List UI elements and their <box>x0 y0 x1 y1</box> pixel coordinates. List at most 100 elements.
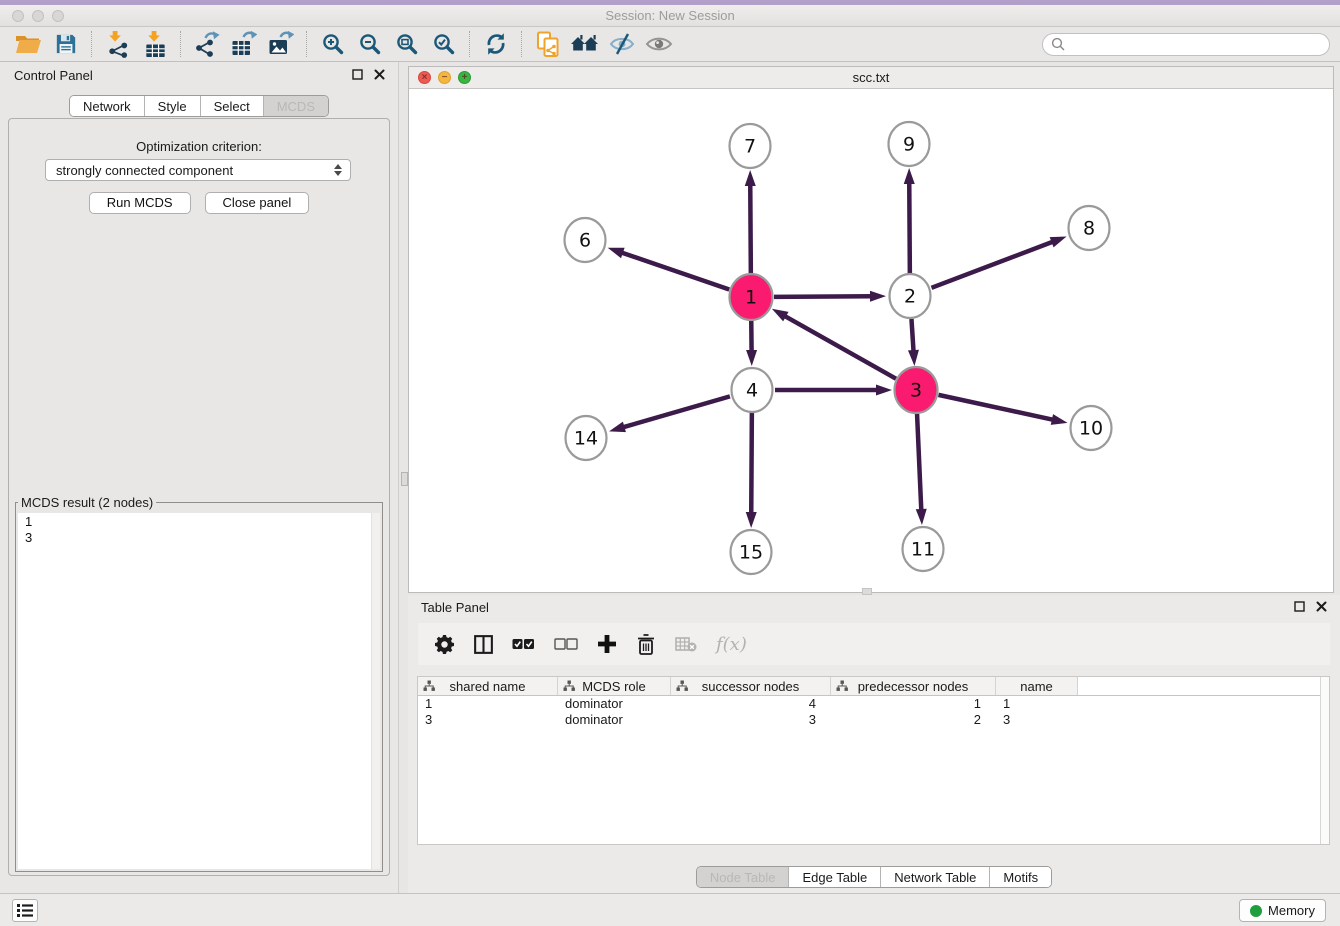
network-maximize-button[interactable]: + <box>458 71 471 84</box>
column-header-mcds-role[interactable]: MCDS role <box>558 677 671 695</box>
graph-edge-1-4[interactable] <box>746 320 757 366</box>
deselect-all-columns-button[interactable] <box>554 633 578 655</box>
graph-node-2[interactable]: 2 <box>890 274 931 318</box>
cell-successor-nodes[interactable]: 3 <box>671 712 831 728</box>
graph-edge-3-11[interactable] <box>916 413 927 525</box>
float-table-panel-button[interactable] <box>1294 600 1305 615</box>
zoom-fit-icon <box>395 32 419 56</box>
task-history-button[interactable] <box>12 899 38 922</box>
close-window-button[interactable] <box>12 10 24 22</box>
tab-edge-table[interactable]: Edge Table <box>788 867 880 887</box>
search-field[interactable] <box>1042 33 1330 56</box>
graph-edge-1-6[interactable] <box>608 248 730 290</box>
network-graph[interactable]: 7 9 6 8 1 2 4 3 14 10 15 11 <box>409 89 1333 591</box>
cell-mcds-role[interactable]: dominator <box>558 712 671 728</box>
result-scrollbar[interactable] <box>371 513 380 869</box>
maximize-window-button[interactable] <box>52 10 64 22</box>
table-row[interactable]: 3dominator323 <box>418 712 1329 728</box>
minimize-window-button[interactable] <box>32 10 44 22</box>
cell-predecessor-nodes[interactable]: 1 <box>831 696 996 712</box>
close-table-panel-button[interactable] <box>1316 600 1327 615</box>
graph-edge-1-7[interactable] <box>745 170 756 274</box>
column-header-name[interactable]: name <box>996 677 1078 695</box>
graph-node-15[interactable]: 15 <box>731 530 772 574</box>
graph-edge-2-3[interactable] <box>908 319 919 366</box>
tab-network[interactable]: Network <box>70 96 144 116</box>
table-scrollbar[interactable] <box>1320 677 1329 844</box>
export-network-button[interactable] <box>188 29 225 59</box>
graph-node-14[interactable]: 14 <box>566 416 607 460</box>
show-all-button[interactable] <box>640 29 677 59</box>
table-settings-button[interactable] <box>434 633 454 655</box>
cell-name[interactable]: 1 <box>996 696 1078 712</box>
tab-motifs[interactable]: Motifs <box>989 867 1051 887</box>
cell-mcds-role[interactable]: dominator <box>558 696 671 712</box>
criterion-dropdown[interactable]: strongly connected component <box>45 159 351 181</box>
column-header-successor-nodes[interactable]: successor nodes <box>671 677 831 695</box>
cell-predecessor-nodes[interactable]: 2 <box>831 712 996 728</box>
close-panel-mcds-button[interactable]: Close panel <box>205 192 310 214</box>
tab-network-table[interactable]: Network Table <box>880 867 989 887</box>
graph-edge-1-2[interactable] <box>774 291 886 302</box>
tab-style[interactable]: Style <box>144 96 200 116</box>
import-network-button[interactable] <box>99 29 136 59</box>
cell-name[interactable]: 3 <box>996 712 1078 728</box>
network-close-button[interactable]: × <box>418 71 431 84</box>
graph-node-11[interactable]: 11 <box>903 527 944 571</box>
network-resize-grip[interactable] <box>862 588 872 595</box>
cell-shared-name[interactable]: 1 <box>418 696 558 712</box>
graph-edge-3-1[interactable] <box>772 309 896 379</box>
graph-node-3[interactable]: 3 <box>895 367 938 413</box>
first-neighbors-button[interactable] <box>529 29 566 59</box>
graph-node-1[interactable]: 1 <box>730 274 773 320</box>
graph-node-7[interactable]: 7 <box>730 124 771 168</box>
refresh-layout-button[interactable] <box>477 29 514 59</box>
cell-successor-nodes[interactable]: 4 <box>671 696 831 712</box>
delete-column-button[interactable] <box>636 633 656 655</box>
open-session-button[interactable] <box>10 29 47 59</box>
tab-node-table[interactable]: Node Table <box>697 867 789 887</box>
tab-mcds[interactable]: MCDS <box>263 96 328 116</box>
graph-edge-2-9[interactable] <box>904 168 915 273</box>
run-mcds-button[interactable]: Run MCDS <box>89 192 191 214</box>
cell-shared-name[interactable]: 3 <box>418 712 558 728</box>
close-panel-button[interactable] <box>374 68 385 83</box>
hide-selected-button[interactable] <box>603 29 640 59</box>
export-table-button[interactable] <box>225 29 262 59</box>
add-column-button[interactable] <box>597 633 617 655</box>
column-header-shared-name[interactable]: shared name <box>418 677 558 695</box>
graph-edge-2-8[interactable] <box>932 237 1067 288</box>
graph-edge-4-3[interactable] <box>775 385 892 396</box>
zoom-in-button[interactable] <box>314 29 351 59</box>
graph-node-8[interactable]: 8 <box>1069 206 1110 250</box>
graph-node-6[interactable]: 6 <box>565 218 606 262</box>
column-header-predecessor-nodes[interactable]: predecessor nodes <box>831 677 996 695</box>
network-window-titlebar[interactable]: × − + scc.txt <box>409 67 1333 89</box>
memory-button[interactable]: Memory <box>1239 899 1326 922</box>
save-session-button[interactable] <box>47 29 84 59</box>
graph-node-4[interactable]: 4 <box>732 368 773 412</box>
graph-node-9[interactable]: 9 <box>889 122 930 166</box>
zoom-fit-button[interactable] <box>388 29 425 59</box>
toolbar-separator <box>91 31 92 57</box>
graph-edge-4-15[interactable] <box>746 413 757 528</box>
float-panel-button[interactable] <box>352 68 363 83</box>
table-row[interactable]: 1dominator411 <box>418 696 1329 712</box>
network-minimize-button[interactable]: − <box>438 71 451 84</box>
import-table-button[interactable] <box>136 29 173 59</box>
zoom-selected-button[interactable] <box>425 29 462 59</box>
graph-edge-4-14[interactable] <box>609 396 730 432</box>
zoom-out-button[interactable] <box>351 29 388 59</box>
home-views-button[interactable] <box>566 29 603 59</box>
graph-edge-3-10[interactable] <box>938 395 1067 425</box>
select-all-columns-button[interactable] <box>512 633 535 655</box>
panel-divider-grip[interactable] <box>401 472 408 486</box>
tab-select[interactable]: Select <box>200 96 263 116</box>
window-traffic-lights[interactable] <box>12 10 64 22</box>
export-image-button[interactable] <box>262 29 299 59</box>
network-canvas[interactable]: 7 9 6 8 1 2 4 3 14 10 15 11 <box>409 89 1333 591</box>
search-input[interactable] <box>1070 37 1321 52</box>
mcds-result-text[interactable]: 1 3 <box>18 513 380 869</box>
show-columns-button[interactable] <box>473 633 493 655</box>
graph-node-10[interactable]: 10 <box>1071 406 1112 450</box>
